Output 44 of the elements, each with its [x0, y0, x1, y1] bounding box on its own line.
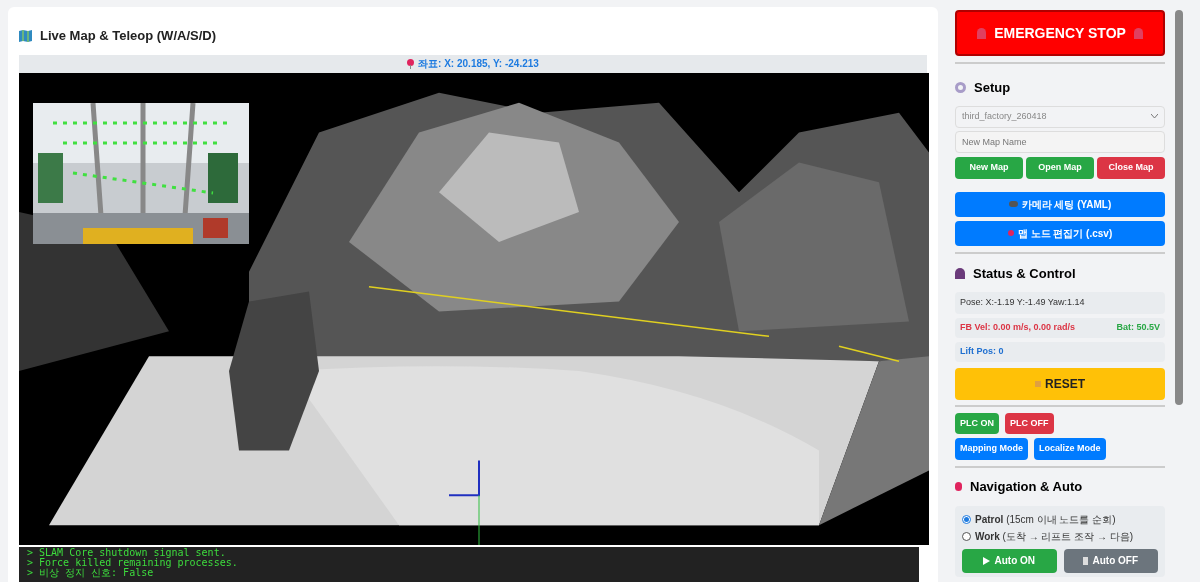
selected-map: third_factory_260418: [962, 109, 1047, 123]
pin-icon: [407, 58, 415, 69]
stop-icon: [1083, 556, 1089, 565]
button[interactable]: PLC ON: [955, 413, 999, 434]
button[interactable]: Open Map: [1026, 156, 1094, 179]
button[interactable]: 카메라 세팅 (YAML): [955, 191, 1165, 217]
map-name-field[interactable]: New Map Name: [955, 130, 1165, 153]
button[interactable]: Auto ON: [962, 548, 1057, 573]
coordinates-text: 좌표: X: 20.185, Y: -24.213: [418, 57, 539, 71]
velocity-text: FB Vel: 0.00 m/s, 0.00 rad/s: [960, 321, 1076, 335]
lift-display: Lift Pos: 0: [955, 342, 1165, 362]
section-title: Setup: [974, 79, 1011, 97]
chevron-icon: [1151, 114, 1158, 119]
pin-icon: [955, 482, 962, 492]
radio-button[interactable]: [962, 514, 971, 524]
play-icon: [983, 556, 991, 565]
button[interactable]: Close Map: [1097, 156, 1165, 179]
mode-label: Patrol (15cm 이내 노드를 순회): [975, 512, 1116, 527]
pin-icon: [1007, 230, 1014, 236]
section-title: Navigation & Auto: [970, 478, 1083, 496]
mode-label: Work (도착 → 리프트 조작 → 다음): [975, 529, 1134, 544]
button[interactable]: New Map: [955, 156, 1023, 179]
log-line: > Force killed remaining processes.: [27, 557, 239, 568]
log-line: > 비상 정지 신호: False: [27, 567, 154, 578]
button[interactable]: 맵 노드 편집기 (.csv): [955, 220, 1165, 246]
section-title: Status & Control: [973, 264, 1076, 283]
camera-icon: [1008, 201, 1018, 207]
log-line: > SLAM Core shutdown signal sent.: [27, 547, 227, 558]
warning-icon: [1035, 381, 1041, 387]
radio-button[interactable]: [962, 531, 971, 541]
button[interactable]: Localize Mode: [1034, 438, 1106, 460]
battery-text: Bat: 50.5V: [1116, 321, 1160, 335]
pose-display: Pose: X:-1.19 Y:-1.49 Yaw:1.14: [955, 292, 1165, 314]
siren-icon: [977, 27, 987, 39]
button[interactable]: PLC OFF: [1005, 413, 1054, 434]
gear-icon: [955, 82, 966, 94]
reset-button[interactable]: RESET: [955, 368, 1165, 400]
siren-icon: [1133, 27, 1143, 39]
button[interactable]: Mapping Mode: [955, 438, 1028, 460]
map-select[interactable]: third_factory_260418: [955, 105, 1165, 128]
button[interactable]: Auto OFF: [1063, 548, 1158, 573]
map-icon: [19, 29, 32, 42]
emergency-stop-button[interactable]: EMERGENCY STOP: [955, 10, 1165, 56]
panel-title: Live Map & Teleop (W/A/S/D): [40, 27, 216, 45]
